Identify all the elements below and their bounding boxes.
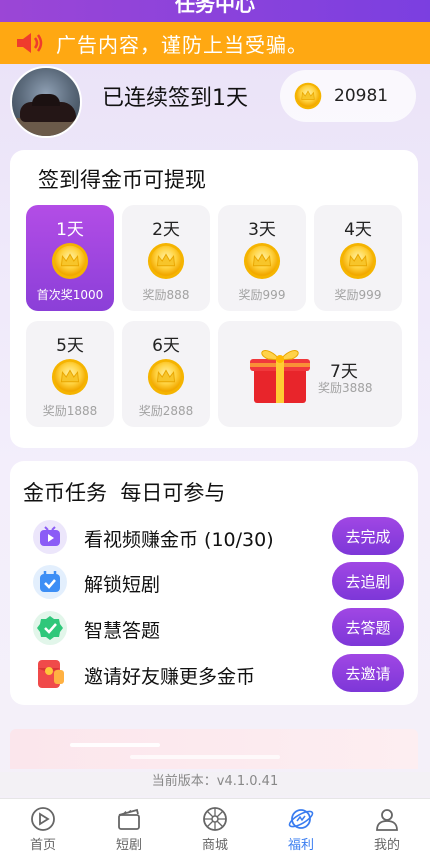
day-reward: 首次奖1000 [36, 288, 104, 302]
tab-label: 福利 [287, 838, 314, 853]
day-label: 3天 [248, 220, 276, 240]
day-reward: 奖励888 [142, 288, 190, 302]
day-card-5[interactable]: 5天 奖励1888 [26, 321, 114, 427]
person-icon [376, 809, 398, 831]
crown-coin-icon [147, 358, 185, 396]
tab-drama[interactable]: 短剧 [86, 799, 172, 857]
coin-balance[interactable]: 20981 [280, 70, 416, 122]
coin-tasks-card: 金币任务 每日可参与 看视频赚金币 (10/30) 去完成 解锁短剧 去追剧 智… [10, 461, 418, 705]
tab-label: 我的 [373, 838, 400, 853]
checkin-streak-text: 已连续签到1天 [102, 86, 248, 111]
signin-card: 签到得金币可提现 1天 首次奖1000 2天 奖励888 3天 奖励999 4天… [10, 150, 418, 448]
day-reward: 奖励999 [238, 288, 286, 302]
day-card-1[interactable]: 1天 首次奖1000 [26, 205, 114, 311]
task-row: 邀请好友赚更多金币 去邀请 [32, 654, 404, 694]
day-card-3[interactable]: 3天 奖励999 [218, 205, 306, 311]
crown-coin-icon [243, 242, 281, 280]
profile-section: 已连续签到1天 20981 [10, 66, 420, 142]
check-badge-icon [33, 611, 67, 645]
task-row: 看视频赚金币 (10/30) 去完成 [32, 517, 404, 557]
tab-label: 短剧 [115, 838, 142, 853]
day-reward: 奖励1888 [42, 404, 98, 418]
task-row: 智慧答题 去答题 [32, 608, 404, 648]
video-icon [33, 520, 67, 554]
notice-text: 广告内容，谨防上当受骗。 [56, 32, 308, 57]
red-packet-icon [38, 660, 64, 688]
bottom-tab-bar: 首页 短剧 商城 福利 我的 [0, 798, 430, 857]
header-bar: 任务中心 [0, 0, 430, 22]
tab-label: 商城 [201, 838, 228, 853]
promo-banner[interactable] [10, 729, 418, 769]
coin-amount: 20981 [334, 86, 389, 106]
complete-task-button[interactable]: 去完成 [332, 517, 404, 555]
task-label: 解锁短剧 [84, 574, 161, 596]
wheel-icon [203, 807, 227, 831]
planet-icon [288, 809, 314, 829]
tasks-heading: 金币任务 每日可参与 [23, 481, 226, 505]
page-title: 任务中心 [175, 0, 255, 16]
task-label: 看视频赚金币 (10/30) [84, 529, 274, 551]
crown-coin-icon [339, 242, 377, 280]
day-card-7[interactable]: 7天 奖励3888 [218, 321, 402, 427]
coin-icon [294, 82, 322, 110]
crown-coin-icon [51, 242, 89, 280]
day-card-2[interactable]: 2天 奖励888 [122, 205, 210, 311]
task-label: 智慧答题 [84, 620, 161, 642]
answer-quiz-button[interactable]: 去答题 [332, 608, 404, 646]
watch-drama-button[interactable]: 去追剧 [332, 562, 404, 600]
version-text: 当前版本：v4.1.0.41 [0, 772, 430, 796]
avatar[interactable] [10, 66, 82, 138]
tab-mine[interactable]: 我的 [344, 799, 430, 857]
tab-label: 首页 [29, 838, 56, 853]
speaker-icon [17, 33, 43, 53]
gift-box-icon [250, 350, 310, 403]
day-label: 5天 [56, 336, 84, 356]
day-label: 6天 [152, 336, 180, 356]
day-reward: 奖励999 [334, 288, 382, 302]
play-icon [31, 807, 55, 831]
task-label: 邀请好友赚更多金币 [84, 666, 256, 688]
day-label: 1天 [56, 220, 84, 240]
day-label: 4天 [344, 220, 372, 240]
signin-heading: 签到得金币可提现 [38, 168, 206, 192]
tab-welfare[interactable]: 福利 [258, 799, 344, 857]
tab-mall[interactable]: 商城 [172, 799, 258, 857]
tab-home[interactable]: 首页 [0, 799, 86, 857]
ad-notice-bar: 广告内容，谨防上当受骗。 [0, 22, 430, 64]
day-reward: 奖励3888 [318, 381, 373, 395]
crown-coin-icon [147, 242, 185, 280]
clapperboard-icon [118, 808, 140, 830]
calendar-icon [33, 565, 67, 599]
invite-button[interactable]: 去邀请 [332, 654, 404, 692]
day-label: 2天 [152, 220, 180, 240]
day-reward: 奖励2888 [138, 404, 194, 418]
crown-coin-icon [51, 358, 89, 396]
day-card-6[interactable]: 6天 奖励2888 [122, 321, 210, 427]
day-card-4[interactable]: 4天 奖励999 [314, 205, 402, 311]
task-row: 解锁短剧 去追剧 [32, 562, 404, 602]
